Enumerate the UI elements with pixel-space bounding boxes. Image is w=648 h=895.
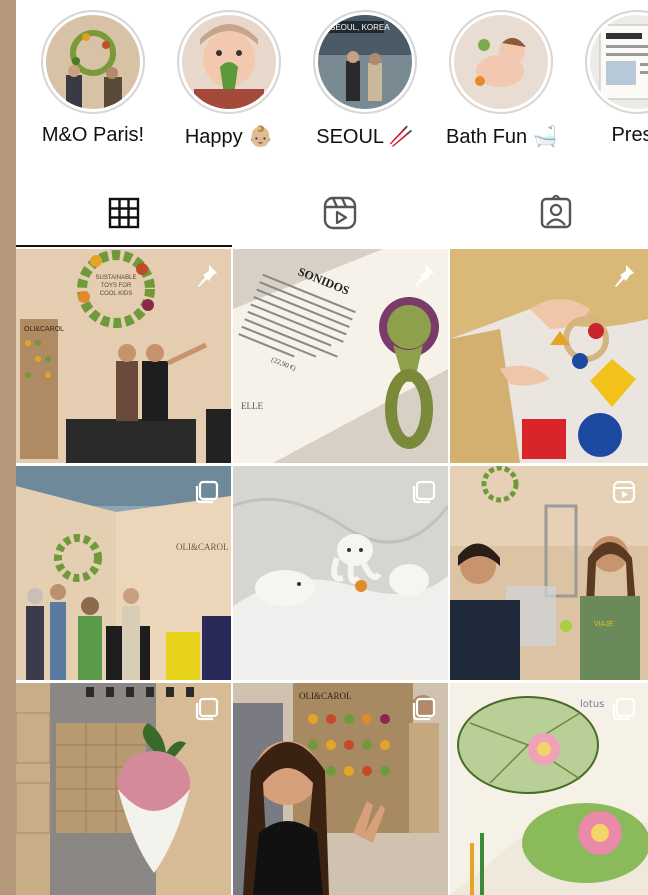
tab-reels[interactable]: [232, 180, 448, 246]
post-tile[interactable]: OLI&CAROL: [233, 683, 448, 895]
highlight-label: Press: [611, 124, 648, 146]
pin-icon: [615, 265, 634, 287]
highlight-ring: [177, 10, 281, 114]
svg-text:lotus: lotus: [580, 699, 604, 710]
svg-text:COOL KIDS: COOL KIDS: [100, 291, 132, 297]
highlight-seoul[interactable]: SEOUL, KOREA SEOUL 🥢: [310, 10, 420, 149]
post-tile[interactable]: [450, 249, 648, 463]
brand-shelf-text: OLI&CAROL: [299, 691, 352, 701]
carousel-icon: [612, 697, 636, 721]
highlight-bath-fun[interactable]: Bath Fun 🛁: [446, 10, 558, 149]
brand-wall-text: OLI&CAROL: [176, 542, 229, 552]
carousel-icon: [412, 697, 436, 721]
pin-icon: [198, 265, 217, 287]
profile-tabs: [16, 180, 648, 248]
highlight-cover: [590, 15, 648, 109]
profile-panel: M&O Paris! Happy 👶🏼 SEOUL, KOREA SEOUL 🥢…: [16, 0, 648, 895]
highlight-mo-paris[interactable]: M&O Paris!: [38, 10, 148, 147]
post-tile[interactable]: [16, 683, 231, 895]
highlight-cover: [454, 15, 548, 109]
reel-icon: [612, 480, 636, 504]
highlight-ring: [585, 10, 648, 114]
story-highlights: M&O Paris! Happy 👶🏼 SEOUL, KOREA SEOUL 🥢…: [16, 0, 648, 160]
reels-icon: [323, 196, 357, 230]
svg-text:VIAJE: VIAJE: [594, 621, 614, 628]
tab-grid[interactable]: [16, 180, 232, 247]
magazine-logo: ELLE: [241, 401, 263, 411]
post-tile[interactable]: SUSTAINABLE TOYS FOR COOL KIDS OLI&CAROL: [16, 249, 231, 463]
highlight-ring: SEOUL, KOREA: [313, 10, 417, 114]
carousel-icon: [195, 480, 219, 504]
svg-text:OLI&CAROL: OLI&CAROL: [24, 326, 64, 333]
highlight-cover: SEOUL, KOREA: [318, 15, 412, 109]
post-tile[interactable]: SONIDOS (22,90 €) ELLE: [233, 249, 448, 463]
highlight-label: SEOUL 🥢: [316, 126, 414, 148]
highlight-happy[interactable]: Happy 👶🏼: [174, 10, 284, 149]
post-tile[interactable]: OLI&CAROL: [16, 466, 231, 680]
highlight-cover: [182, 15, 276, 109]
post-grid: SUSTAINABLE TOYS FOR COOL KIDS OLI&CAROL: [16, 249, 648, 895]
highlight-label: Happy 👶🏼: [184, 126, 274, 148]
pin-icon: [415, 265, 434, 287]
tagged-icon: [540, 195, 572, 229]
highlight-label: M&O Paris!: [41, 124, 145, 146]
svg-text:TOYS FOR: TOYS FOR: [101, 283, 132, 289]
carousel-icon: [195, 697, 219, 721]
active-tab-indicator: [16, 245, 232, 247]
highlight-press[interactable]: Press: [582, 10, 648, 147]
highlight-cover: [46, 15, 140, 109]
post-tile[interactable]: [233, 466, 448, 680]
post-tile[interactable]: VIAJE: [450, 466, 648, 680]
booth-sign: SUSTAINABLE: [96, 275, 137, 281]
grid-icon: [108, 197, 140, 229]
seoul-sign-text: SEOUL, KOREA: [330, 23, 390, 32]
highlight-ring: [449, 10, 553, 114]
highlight-ring: [41, 10, 145, 114]
tab-tagged[interactable]: [448, 180, 648, 246]
highlight-label: Bath Fun 🛁: [446, 126, 558, 148]
post-tile[interactable]: lotus: [450, 683, 648, 895]
carousel-icon: [412, 480, 436, 504]
